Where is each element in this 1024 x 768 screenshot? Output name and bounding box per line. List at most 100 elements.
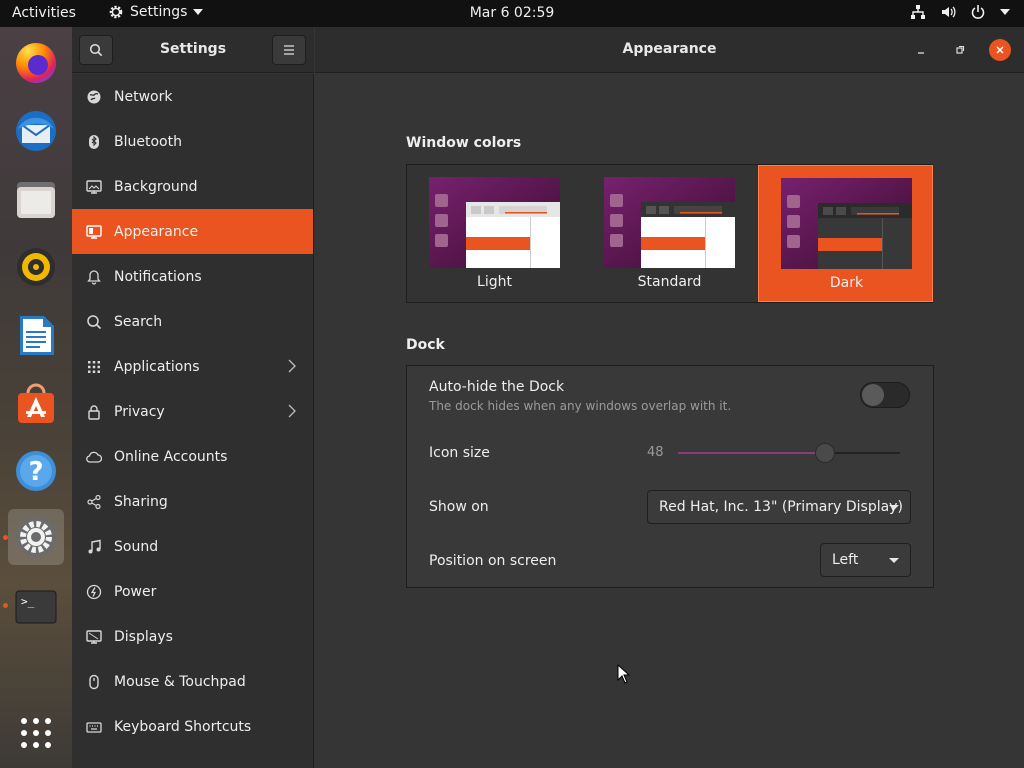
sidebar-item-sound[interactable]: Sound (72, 524, 313, 569)
dock-show-applications[interactable] (8, 705, 64, 761)
sidebar-item-label: Appearance (114, 223, 199, 240)
bell-icon (85, 268, 103, 286)
position-label: Position on screen (429, 553, 557, 569)
activities-button[interactable]: Activities (12, 5, 76, 21)
sidebar-item-background[interactable]: Background (72, 164, 313, 209)
sidebar-header: Settings (72, 27, 314, 73)
sidebar-item-search[interactable]: Search (72, 299, 313, 344)
dock-settings[interactable] (8, 509, 64, 565)
mouse-icon (85, 673, 103, 691)
sidebar-item-label: Search (114, 313, 163, 330)
background-icon (85, 178, 103, 196)
lock-icon (85, 403, 103, 421)
sidebar-item-label: Network (114, 88, 173, 105)
power-icon (971, 5, 985, 19)
icon-size-slider[interactable] (678, 443, 900, 463)
dock-settings-group: Auto-hide the Dock The dock hides when a… (406, 365, 934, 588)
dock-libreoffice-writer[interactable] (8, 307, 64, 363)
sidebar-item-appearance[interactable]: Appearance (72, 209, 313, 254)
sidebar-item-mouse-touchpad[interactable]: Mouse & Touchpad (72, 659, 313, 704)
theme-option-standard[interactable]: Standard (582, 165, 757, 302)
sidebar-item-privacy[interactable]: Privacy (72, 389, 313, 434)
appearance-icon (85, 223, 103, 241)
firefox-icon (16, 43, 56, 83)
hamburger-menu-icon (284, 45, 294, 55)
libreoffice-writer-icon (20, 316, 54, 355)
top-bar: Activities Settings Mar 6 02:59 (0, 0, 1024, 27)
software-icon (18, 383, 54, 423)
primary-menu-button[interactable] (272, 35, 306, 65)
sidebar-item-online-accounts[interactable]: Online Accounts (72, 434, 313, 479)
dock: ? >_ (0, 27, 72, 768)
maximize-button[interactable] (949, 39, 971, 61)
apps-grid-icon (85, 358, 103, 376)
sidebar-item-label: Power (114, 583, 157, 600)
sidebar-item-sharing[interactable]: Sharing (72, 479, 313, 524)
main-header: Appearance (315, 27, 1024, 73)
help-icon: ? (16, 451, 56, 491)
app-menu-label: Settings (130, 4, 188, 20)
sidebar-item-notifications[interactable]: Notifications (72, 254, 313, 299)
dock-terminal[interactable]: >_ (8, 579, 64, 635)
dock-firefox[interactable] (8, 35, 64, 91)
autohide-switch[interactable] (860, 382, 910, 408)
icon-size-value: 48 (647, 445, 664, 460)
minimize-button[interactable] (910, 39, 932, 61)
dock-rhythmbox[interactable] (8, 239, 64, 295)
sidebar-item-label: Bluetooth (114, 133, 182, 150)
sidebar-item-power[interactable]: Power (72, 569, 313, 614)
sidebar-item-bluetooth[interactable]: Bluetooth (72, 119, 313, 164)
settings-icon (16, 517, 56, 557)
sidebar-item-label: Online Accounts (114, 448, 228, 465)
slider-handle[interactable] (815, 443, 835, 463)
sidebar-item-label: Background (114, 178, 198, 195)
app-menu[interactable]: Settings (108, 4, 204, 20)
maximize-icon (956, 45, 965, 54)
standard-theme-preview (604, 177, 735, 268)
dock-heading: Dock (406, 337, 445, 353)
thunderbird-icon (16, 111, 56, 151)
window-colors-heading: Window colors (406, 135, 522, 151)
sidebar-item-applications[interactable]: Applications (72, 344, 313, 389)
theme-option-label: Dark (829, 275, 864, 291)
system-tray[interactable] (910, 4, 1010, 20)
search-icon (85, 313, 103, 331)
chevron-right-icon (288, 404, 296, 418)
sidebar-item-network[interactable]: Network (72, 74, 313, 119)
show-on-dropdown[interactable]: Red Hat, Inc. 13" (Primary Display) (647, 490, 911, 524)
cloud-icon (85, 448, 103, 466)
sidebar-item-label: Applications (114, 358, 200, 375)
power-icon (85, 583, 103, 601)
mouse-pointer-icon (617, 664, 631, 684)
sidebar-item-keyboard-shortcuts[interactable]: Keyboard Shortcuts (72, 704, 313, 749)
files-icon (17, 182, 55, 218)
sidebar-item-label: Privacy (114, 403, 165, 420)
sidebar-item-displays[interactable]: Displays (72, 614, 313, 659)
share-icon (85, 493, 103, 511)
sidebar-item-label: Displays (114, 628, 173, 645)
appearance-panel: Window colors Light Standard Dark Dock A… (315, 74, 1024, 768)
position-dropdown[interactable]: Left (820, 543, 911, 577)
slider-fill (678, 452, 824, 454)
window-colors-group: Light Standard Dark (406, 164, 933, 303)
volume-icon (942, 6, 956, 18)
switch-knob (862, 384, 884, 406)
dock-help[interactable]: ? (8, 443, 64, 499)
chevron-right-icon (288, 359, 296, 373)
icon-size-label: Icon size (429, 445, 490, 461)
chevron-down-icon (889, 505, 899, 510)
dock-thunderbird[interactable] (8, 103, 64, 159)
display-icon (85, 628, 103, 646)
theme-option-light[interactable]: Light (407, 165, 582, 302)
dark-theme-preview (781, 178, 912, 269)
close-button[interactable] (989, 39, 1011, 61)
position-value: Left (832, 552, 859, 568)
dock-software[interactable] (8, 375, 64, 431)
rhythmbox-icon (17, 248, 55, 286)
theme-option-dark[interactable]: Dark (758, 165, 933, 302)
theme-option-label: Standard (637, 274, 702, 290)
keyboard-icon (85, 718, 103, 736)
network-icon (85, 88, 103, 106)
clock-text[interactable]: Mar 6 02:59 (470, 5, 555, 21)
dock-files[interactable] (8, 171, 64, 227)
